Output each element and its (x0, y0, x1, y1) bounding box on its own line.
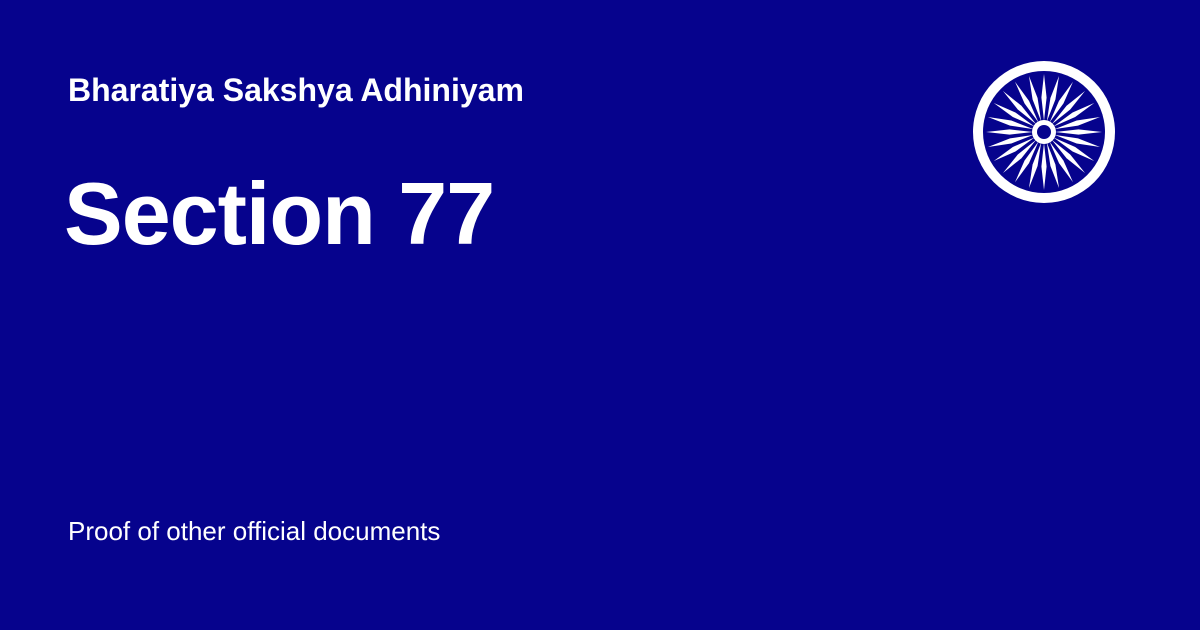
act-name: Bharatiya Sakshya Adhiniyam (68, 72, 524, 108)
section-title: Section 77 (64, 164, 495, 263)
section-description: Proof of other official documents (68, 516, 441, 546)
ashoka-chakra-icon (972, 60, 1116, 204)
og-card: Bharatiya Sakshya Adhiniyam Section 77 P… (0, 0, 1200, 630)
